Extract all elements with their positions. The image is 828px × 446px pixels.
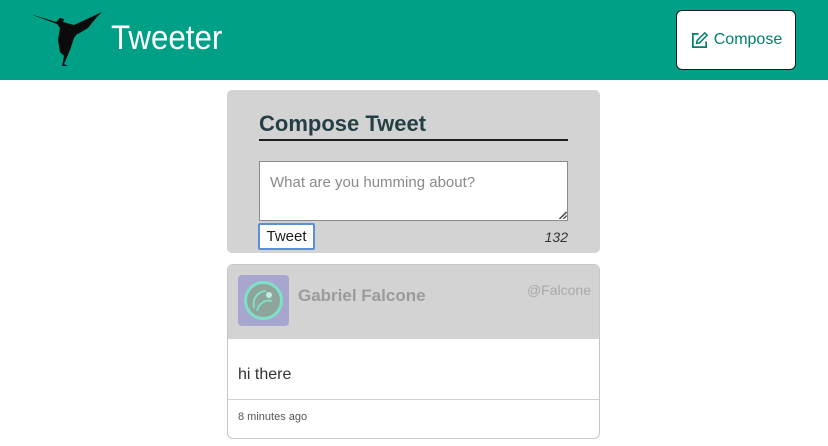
- compose-button[interactable]: Compose: [676, 10, 796, 70]
- character-counter: 132: [544, 229, 568, 245]
- top-nav: Tweeter Compose: [0, 0, 828, 80]
- divider: [228, 399, 599, 400]
- author-name: Gabriel Falcone: [298, 286, 426, 305]
- author-handle: @Falcone: [526, 282, 591, 298]
- compose-tweet-panel: Compose Tweet Tweet 132: [227, 90, 600, 253]
- tweet-text: hi there: [238, 366, 292, 383]
- tweet-header: Gabriel Falcone @Falcone: [228, 265, 599, 339]
- brand-title: Tweeter: [111, 19, 223, 57]
- tweet-timestamp: 8 minutes ago: [238, 411, 308, 423]
- compose-title: Compose Tweet: [259, 111, 568, 141]
- edit-icon: [691, 31, 708, 48]
- tweet-textarea[interactable]: [259, 161, 568, 221]
- hummingbird-logo-icon: [30, 12, 102, 66]
- tweet-card: Gabriel Falcone @Falcone hi there 8 minu…: [227, 264, 600, 439]
- compose-button-label: Compose: [713, 31, 783, 48]
- avatar-icon: [238, 275, 289, 326]
- tweet-submit-button[interactable]: Tweet: [258, 223, 315, 250]
- resize-grip-icon[interactable]: [559, 211, 567, 219]
